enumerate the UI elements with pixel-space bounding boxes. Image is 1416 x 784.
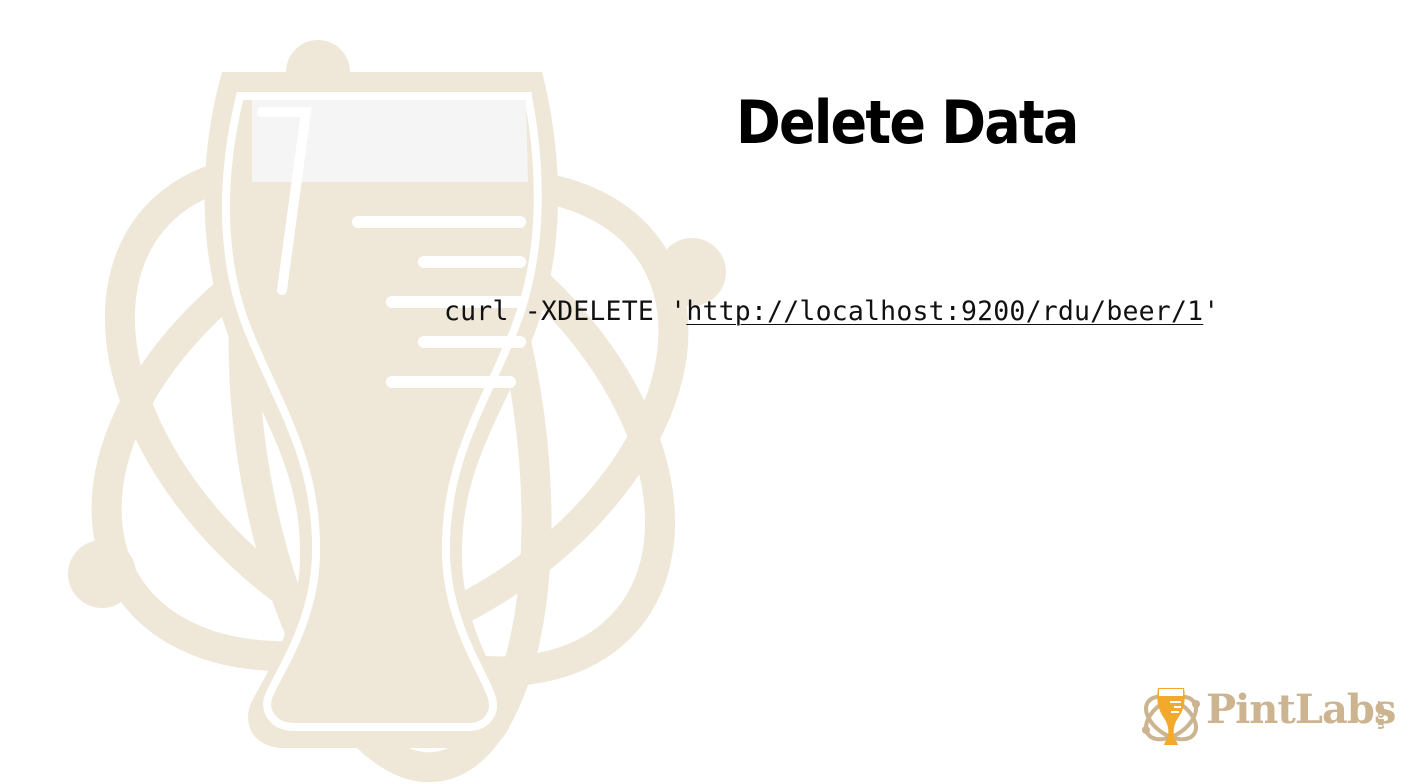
slide: Delete Data curl -XDELETE 'http://localh…	[0, 0, 1416, 784]
localhost-url-link[interactable]: http://localhost:9200/rdu/beer/1	[686, 296, 1203, 327]
curl-command-prefix: curl -XDELETE '	[444, 296, 687, 327]
logo-wordmark: PintLabs	[1206, 686, 1396, 733]
pint-glass-atom-icon	[1142, 688, 1200, 745]
slide-title: Delete Data	[736, 88, 1079, 158]
logo-suffix: .com	[1375, 700, 1388, 730]
pintlabs-logo[interactable]: PintLabs .com	[1136, 680, 1406, 750]
beer-glass-atom-background-icon	[68, 40, 726, 783]
curl-command-suffix: '	[1203, 296, 1220, 327]
curl-command: curl -XDELETE 'http://localhost:9200/rdu…	[444, 296, 1219, 327]
